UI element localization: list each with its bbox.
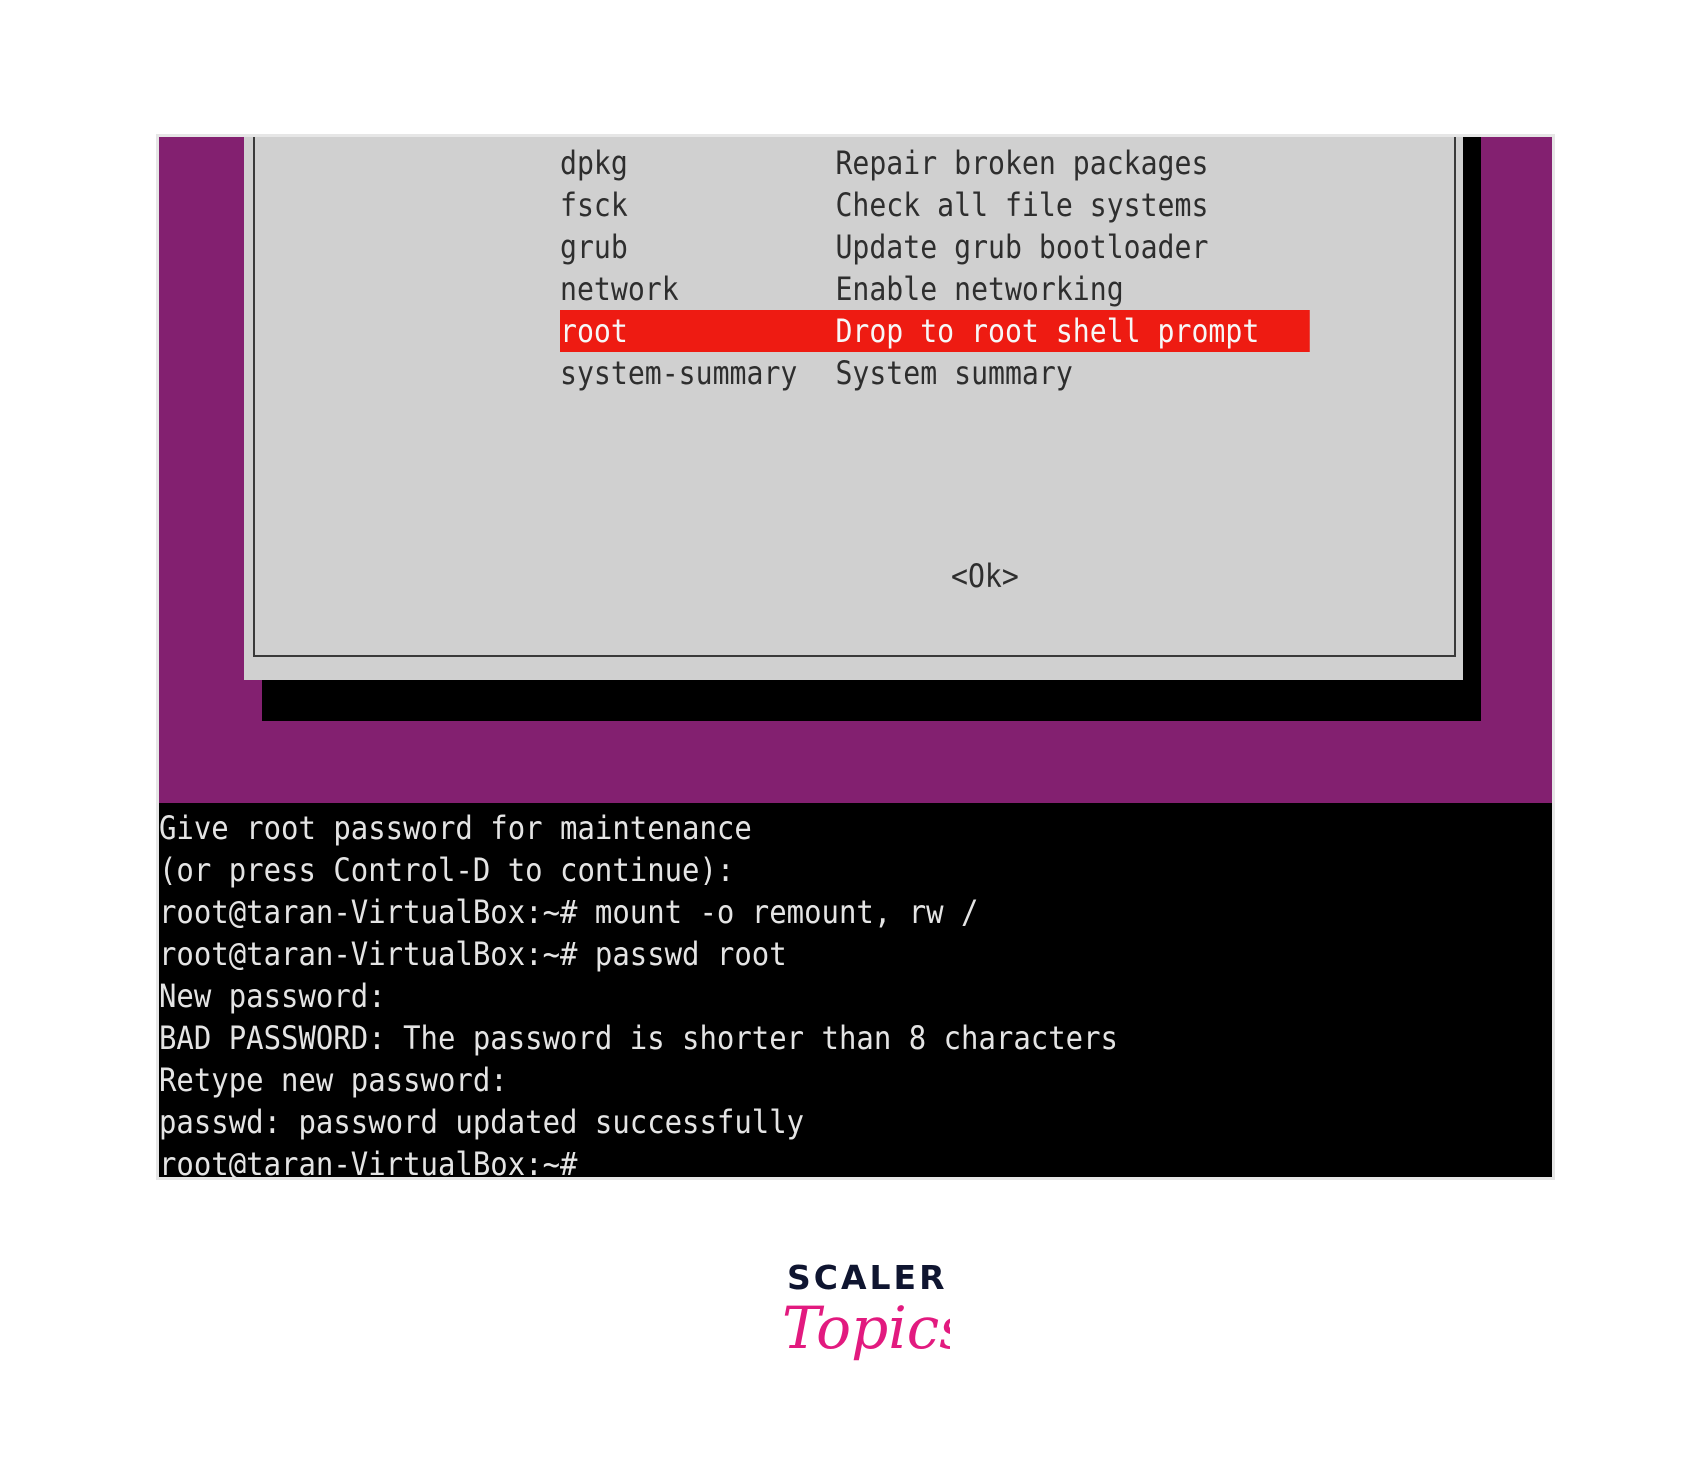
menu-item-system-summary[interactable]: system-summary System summary <box>560 352 1310 394</box>
menu-item-command: dpkg <box>560 144 628 182</box>
recovery-menu-dialog: dpkg Repair broken packages fsck Check all… <box>244 137 1463 680</box>
terminal-line: (or press Control-D to continue): <box>159 851 735 889</box>
terminal-line: Give root password for maintenance <box>159 809 752 847</box>
scaler-topics-logo: SCALER Topics <box>770 1258 950 1398</box>
menu-item-description: Drop to root shell prompt <box>835 312 1260 350</box>
terminal-line: root@taran-VirtualBox:~# mount -o remoun… <box>159 893 979 931</box>
logo-topics-text: Topics <box>782 1294 950 1362</box>
terminal-line: New password: <box>159 977 386 1015</box>
ok-button[interactable]: <Ok> <box>951 555 1019 597</box>
desktop-background: dpkg Repair broken packages fsck Check all… <box>159 137 1552 803</box>
menu-item-description: Enable networking <box>835 270 1124 308</box>
terminal-line: root@taran-VirtualBox:~# passwd root <box>159 935 787 973</box>
menu-item-description: Repair broken packages <box>835 144 1209 182</box>
logo-topics-script: Topics <box>782 1294 950 1362</box>
terminal-output: Give root password for maintenance (or p… <box>159 807 1118 1180</box>
menu-item-dpkg[interactable]: dpkg Repair broken packages <box>560 142 1310 184</box>
terminal-line: BAD PASSWORD: The password is shorter th… <box>159 1019 1118 1057</box>
menu-item-command: system-summary <box>560 354 798 392</box>
menu-item-command: grub <box>560 228 628 266</box>
page: dpkg Repair broken packages fsck Check all… <box>0 0 1700 1483</box>
menu-item-description: Check all file systems <box>835 186 1209 224</box>
terminal-line: Retype new password: <box>159 1061 508 1099</box>
menu-item-command: root <box>560 312 628 350</box>
menu-item-command: fsck <box>560 186 628 224</box>
recovery-menu-list: dpkg Repair broken packages fsck Check all… <box>560 142 1310 394</box>
menu-item-network[interactable]: network Enable networking <box>560 268 1310 310</box>
terminal-prompt: root@taran-VirtualBox:~# <box>159 1145 578 1180</box>
menu-item-fsck[interactable]: fsck Check all file systems <box>560 184 1310 226</box>
terminal-line: passwd: password updated successfully <box>159 1103 805 1141</box>
menu-item-command: network <box>560 270 679 308</box>
terminal[interactable]: Give root password for maintenance (or p… <box>159 803 1552 1180</box>
menu-item-description: System summary <box>835 354 1073 392</box>
menu-item-root[interactable]: root Drop to root shell prompt <box>560 310 1310 352</box>
menu-item-description: Update grub bootloader <box>835 228 1209 266</box>
menu-item-grub[interactable]: grub Update grub bootloader <box>560 226 1310 268</box>
screenshot-frame: dpkg Repair broken packages fsck Check all… <box>156 134 1555 1180</box>
